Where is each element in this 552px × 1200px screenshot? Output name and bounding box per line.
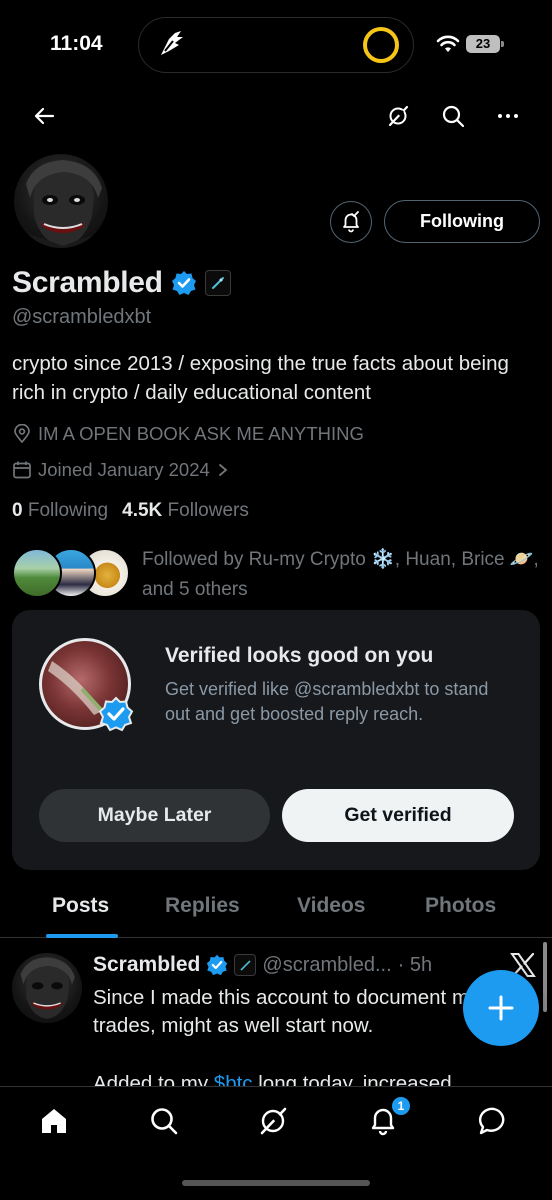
affiliate-badge-icon: [204, 270, 231, 296]
location-pin-icon: [14, 424, 30, 444]
following-button[interactable]: Following: [384, 200, 540, 243]
post-verified-badge-icon: [207, 954, 228, 976]
following-count-link[interactable]: 0 Following: [12, 500, 108, 522]
joker-face-image-small: [20, 957, 75, 1019]
location-line: IM A OPEN BOOK ASK ME ANYTHING: [12, 421, 364, 447]
followers-count-link[interactable]: 4.5K Followers: [122, 500, 249, 522]
followed-by-text[interactable]: Followed by Ru-my Crypto ❄️, Huan, Brice…: [142, 545, 542, 605]
profile-avatar[interactable]: [12, 152, 110, 250]
status-time: 11:04: [50, 32, 103, 55]
joined-line[interactable]: Joined January 2024: [12, 457, 230, 483]
post-affiliate-badge-icon: [234, 954, 257, 976]
wifi-icon: [436, 35, 460, 52]
notification-count-badge: 1: [391, 1096, 411, 1116]
scrollbar[interactable]: [543, 942, 547, 1012]
followers-label: Followers: [167, 500, 249, 521]
follower-avatar-1: [12, 548, 62, 598]
profile-location: IM A OPEN BOOK ASK ME ANYTHING: [38, 423, 364, 444]
home-indicator: [182, 1180, 370, 1186]
home-icon[interactable]: [37, 1104, 71, 1138]
back-arrow-icon[interactable]: [30, 102, 58, 130]
grok-nav-icon[interactable]: [256, 1104, 290, 1138]
profile-joined: Joined January 2024: [38, 459, 210, 480]
app-activity-icon: [161, 31, 183, 55]
tab-replies[interactable]: Replies: [165, 894, 240, 918]
more-options-icon[interactable]: [494, 102, 522, 130]
top-nav: [0, 92, 552, 140]
verify-card-title: Verified looks good on you: [165, 644, 434, 667]
display-name-row: Scrambled: [12, 264, 231, 302]
followers-count: 4.5K: [122, 500, 163, 521]
followed-by-avatars[interactable]: [12, 548, 132, 598]
tab-videos[interactable]: Videos: [297, 894, 365, 918]
joker-face-image: [26, 160, 102, 248]
status-bar: 11:04 23: [0, 0, 552, 92]
maybe-later-button[interactable]: Maybe Later: [39, 789, 270, 842]
follow-counts: 0 Following 4.5K Followers: [12, 500, 249, 522]
post-time: · 5h: [397, 953, 433, 976]
get-verified-button[interactable]: Get verified: [282, 789, 514, 842]
active-tab-indicator: [46, 934, 118, 938]
battery-level: 23: [466, 35, 500, 53]
search-icon[interactable]: [439, 102, 467, 130]
activity-ring-icon: [363, 27, 399, 63]
post-header: Scrambled @scrambled... · 5h: [93, 950, 432, 980]
profile-tabs: Posts Replies Videos Photos: [0, 884, 552, 938]
messages-icon[interactable]: [477, 1104, 511, 1138]
verification-promo-card: Verified looks good on you Get verified …: [12, 610, 540, 870]
tab-photos[interactable]: Photos: [425, 894, 496, 918]
compose-post-button[interactable]: [463, 970, 539, 1046]
calendar-icon: [13, 461, 31, 479]
tab-posts[interactable]: Posts: [52, 894, 109, 918]
display-name: Scrambled: [12, 266, 163, 299]
battery-icon: 23: [466, 35, 504, 53]
plus-icon: [488, 995, 514, 1021]
profile-bio: crypto since 2013 / exposing the true fa…: [12, 352, 509, 404]
profile-handle: @scrambledxbt: [12, 306, 152, 328]
bell-check-icon: [343, 211, 359, 233]
following-label: Following: [27, 500, 109, 521]
search-nav-icon[interactable]: [147, 1104, 181, 1138]
following-count: 0: [12, 500, 23, 521]
verified-badge-icon: [171, 271, 196, 295]
chevron-right-icon: [218, 464, 228, 476]
post-avatar[interactable]: [12, 953, 82, 1023]
grok-icon[interactable]: [384, 102, 412, 130]
dynamic-island: [138, 17, 414, 73]
notification-bell-button[interactable]: [330, 201, 372, 243]
verify-card-subtitle: Get verified like @scrambledxbt to stand…: [165, 679, 489, 724]
verified-check-icon: [98, 696, 134, 732]
post-author-name[interactable]: Scrambled: [93, 953, 200, 977]
post-author-handle: @scrambled...: [262, 953, 392, 976]
